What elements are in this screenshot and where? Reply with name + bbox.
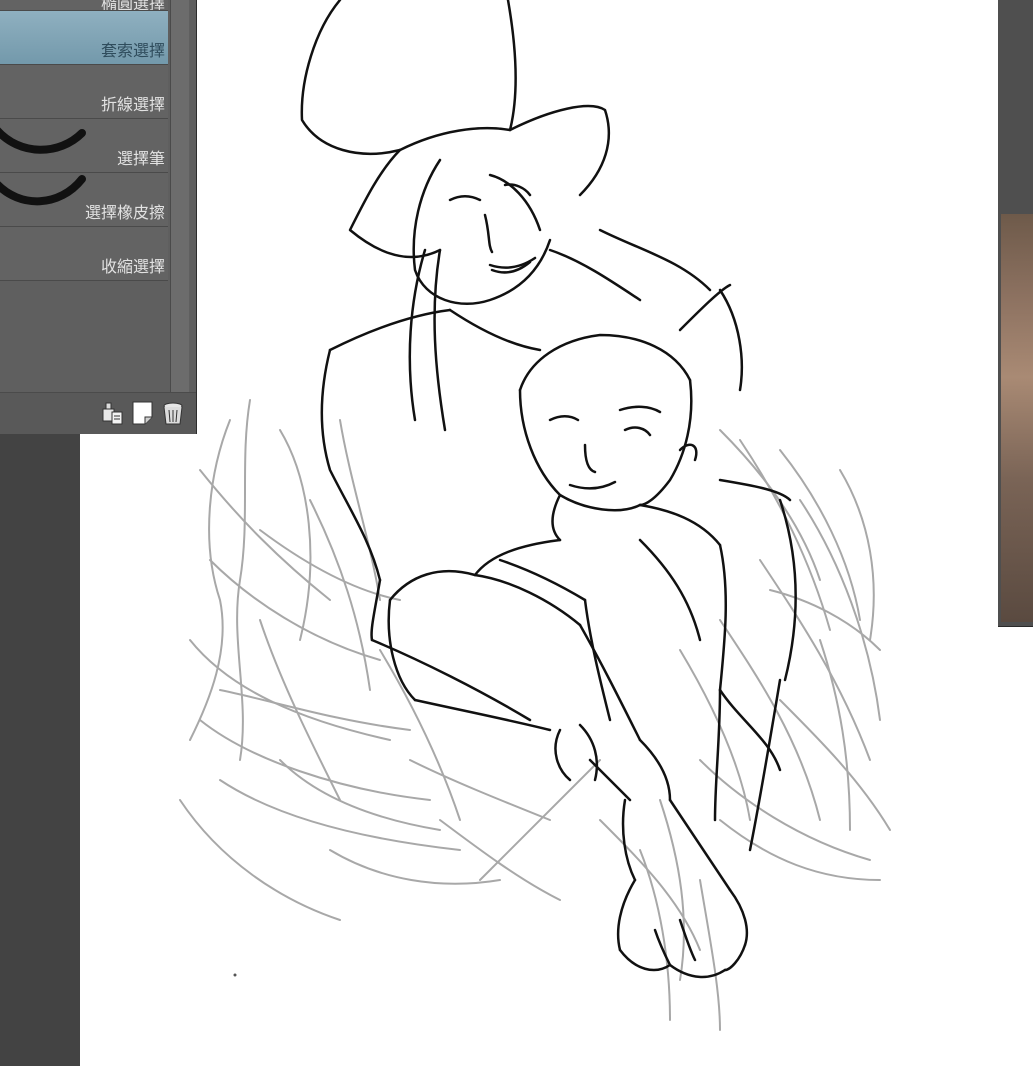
tool-item-label: 折線選擇 bbox=[100, 95, 165, 114]
tool-item-label: 選擇筆 bbox=[116, 149, 165, 168]
sub-tool-scrollbar[interactable] bbox=[170, 0, 189, 392]
tool-item-label: 橢圓選擇 bbox=[100, 0, 165, 11]
stray-mark bbox=[233, 973, 237, 977]
tool-item-lasso-select[interactable]: 套索選擇 bbox=[0, 11, 168, 65]
tool-item-label: 選擇橡皮擦 bbox=[84, 203, 165, 222]
sub-tool-list: 橢圓選擇 套索選擇 折線選擇 選擇筆 選擇橡皮擦 收縮選擇 bbox=[0, 0, 168, 281]
create-sub-tool-icon[interactable] bbox=[130, 399, 156, 427]
drawing-canvas[interactable] bbox=[80, 0, 1033, 1066]
delete-sub-tool-icon[interactable] bbox=[160, 399, 186, 427]
tool-item-polyline-select[interactable]: 折線選擇 bbox=[0, 65, 168, 119]
ink-line-layer bbox=[300, 0, 797, 979]
sub-tool-list-empty-area bbox=[0, 286, 168, 392]
sub-tool-panel-footer bbox=[0, 392, 196, 434]
tool-item-selection-pen[interactable]: 選擇筆 bbox=[0, 119, 168, 173]
tool-item-selection-eraser[interactable]: 選擇橡皮擦 bbox=[0, 173, 168, 227]
tool-item-shrink-selection[interactable]: 收縮選擇 bbox=[0, 227, 168, 281]
tool-item-label: 套索選擇 bbox=[100, 41, 165, 60]
tool-item-ellipse-select[interactable]: 橢圓選擇 bbox=[0, 0, 168, 11]
sub-tool-panel: 橢圓選擇 套索選擇 折線選擇 選擇筆 選擇橡皮擦 收縮選擇 bbox=[0, 0, 197, 434]
copy-sub-tool-icon[interactable] bbox=[100, 399, 126, 427]
brush-stroke-preview-icon bbox=[0, 127, 86, 154]
reference-photo bbox=[1001, 214, 1033, 622]
reference-image-window[interactable] bbox=[998, 0, 1033, 627]
tool-item-label: 收縮選擇 bbox=[100, 257, 165, 276]
sketch-artwork bbox=[179, 0, 891, 1031]
